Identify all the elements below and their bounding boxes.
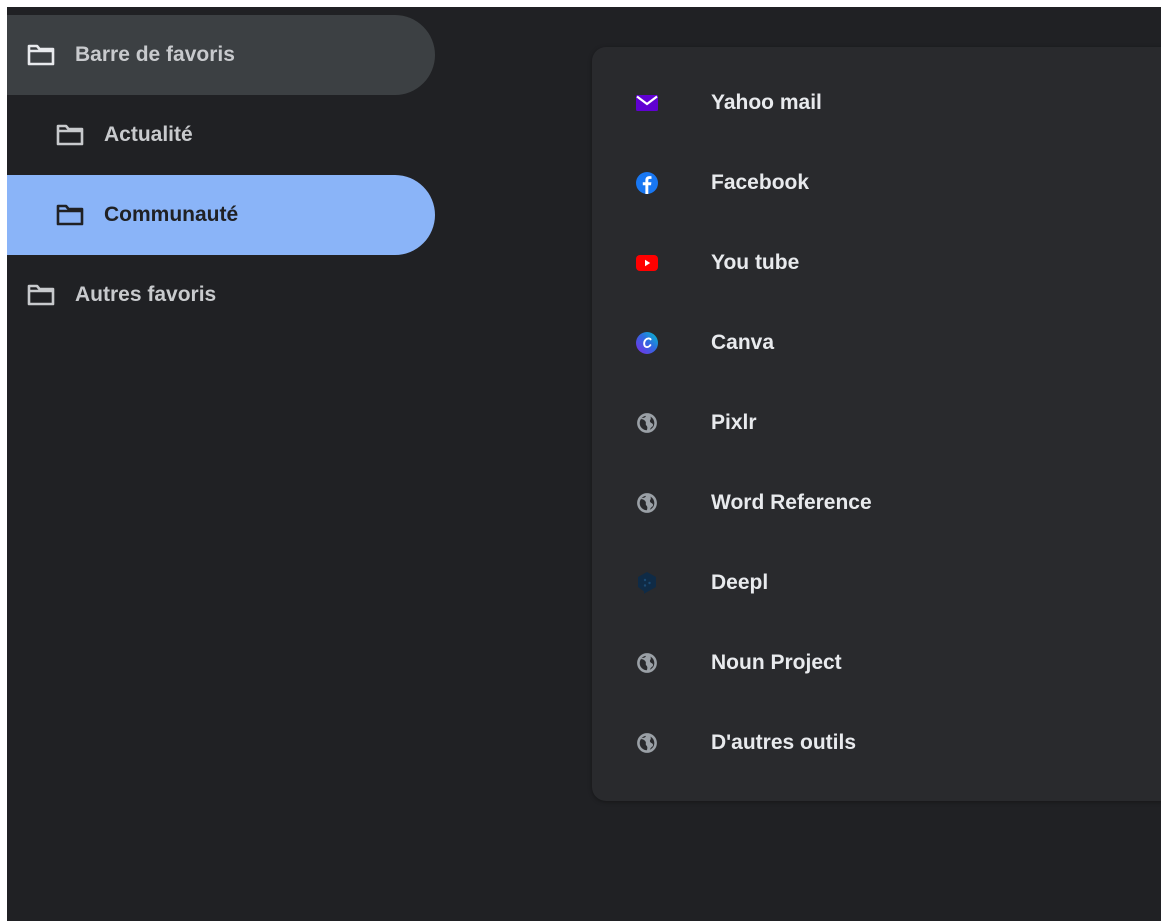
bookmark-title: Yahoo mail xyxy=(711,91,822,114)
bookmark-item-pixlr[interactable]: Pixlr xyxy=(592,383,1161,463)
bookmark-list: Yahoo mail Facebook You tube Canva Pixlr… xyxy=(592,47,1161,801)
globe-icon xyxy=(636,652,658,674)
globe-icon xyxy=(636,412,658,434)
folder-communaute[interactable]: Communauté xyxy=(7,175,435,255)
youtube-icon xyxy=(636,252,658,274)
bookmark-item-word-reference[interactable]: Word Reference xyxy=(592,463,1161,543)
canva-icon xyxy=(636,332,658,354)
folder-icon xyxy=(27,44,55,66)
bookmark-title: Canva xyxy=(711,331,775,354)
folder-icon xyxy=(27,284,55,306)
folder-label: Actualité xyxy=(104,123,193,146)
folder-label: Communauté xyxy=(104,203,239,226)
bookmark-title: Noun Project xyxy=(711,651,842,674)
bookmarks-manager: Barre de favoris Actualité Communauté Au… xyxy=(7,7,1161,921)
folder-barre-de-favoris[interactable]: Barre de favoris xyxy=(7,15,435,95)
bookmark-item-deepl[interactable]: Deepl xyxy=(592,543,1161,623)
globe-icon xyxy=(636,492,658,514)
bookmark-item-noun-project[interactable]: Noun Project xyxy=(592,623,1161,703)
folder-icon xyxy=(56,124,84,146)
bookmark-title: Word Reference xyxy=(711,491,872,514)
folder-actualite[interactable]: Actualité xyxy=(7,95,435,175)
folder-label: Barre de favoris xyxy=(75,43,235,66)
folder-icon xyxy=(56,204,84,226)
bookmark-item-yahoo-mail[interactable]: Yahoo mail xyxy=(592,63,1161,143)
bookmark-title: Facebook xyxy=(711,171,810,194)
deepl-icon xyxy=(636,572,658,594)
bookmark-item-d-autres-outils[interactable]: D'autres outils xyxy=(592,703,1161,783)
bookmark-title: D'autres outils xyxy=(711,731,857,754)
folder-label: Autres favoris xyxy=(75,283,217,306)
bookmark-item-facebook[interactable]: Facebook xyxy=(592,143,1161,223)
facebook-icon xyxy=(636,172,658,194)
bookmark-title: Pixlr xyxy=(711,411,757,434)
folder-autres-favoris[interactable]: Autres favoris xyxy=(7,255,435,335)
globe-icon xyxy=(636,732,658,754)
bookmark-title: Deepl xyxy=(711,571,769,594)
bookmark-item-canva[interactable]: Canva xyxy=(592,303,1161,383)
bookmark-title: You tube xyxy=(711,251,800,274)
yahoo-mail-icon xyxy=(636,92,658,114)
bookmark-item-you-tube[interactable]: You tube xyxy=(592,223,1161,303)
